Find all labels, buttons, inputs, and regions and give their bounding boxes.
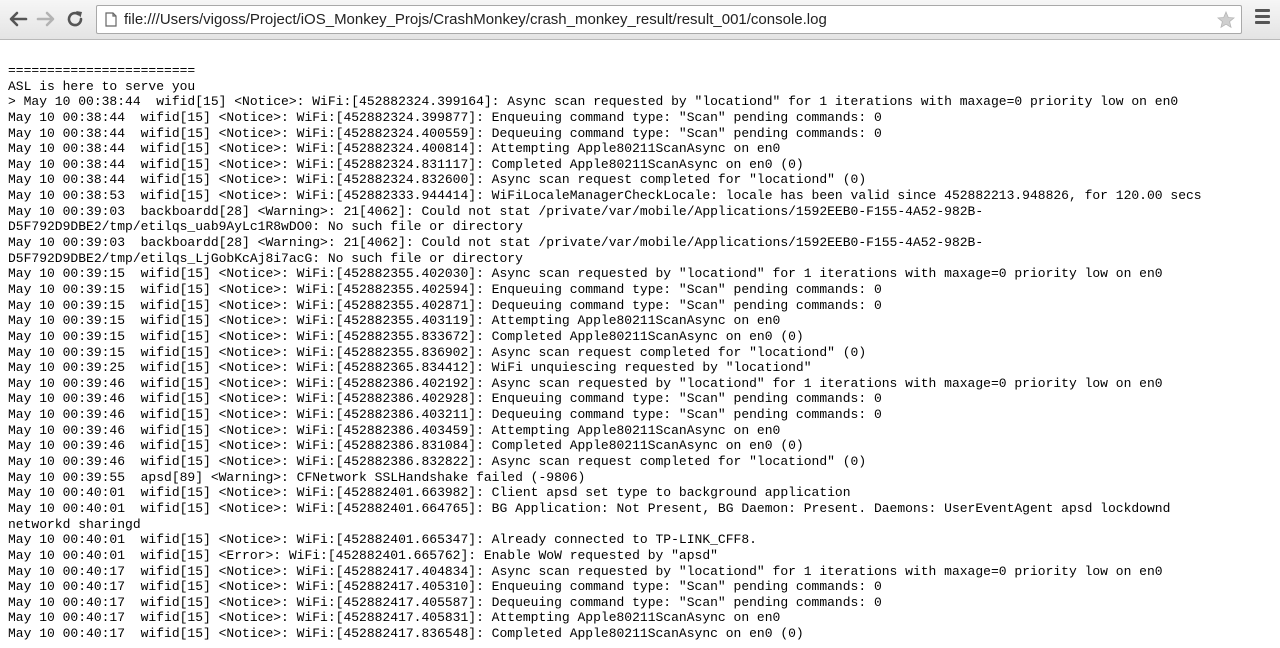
log-line: May 10 00:38:44 wifid[15] <Notice>: WiFi… [8,109,882,125]
forward-button[interactable] [33,6,59,32]
log-line: May 10 00:38:44 wifid[15] <Notice>: WiFi… [8,125,882,141]
log-line: May 10 00:39:46 wifid[15] <Notice>: WiFi… [8,438,804,454]
log-line: May 10 00:38:44 wifid[15] <Notice>: WiFi… [8,172,867,188]
log-line: May 10 00:39:46 wifid[15] <Notice>: WiFi… [8,422,781,438]
log-line: May 10 00:40:17 wifid[15] <Notice>: WiFi… [8,610,781,626]
menu-icon [1254,9,1272,24]
log-line: May 10 00:39:15 wifid[15] <Notice>: WiFi… [8,328,804,344]
log-line: D5F792D9DBE2/tmp/etilqs_LjGobKcAj8i7acG:… [8,250,523,266]
log-line: May 10 00:39:15 wifid[15] <Notice>: WiFi… [8,281,882,297]
back-arrow-icon [9,11,28,27]
reload-icon [67,11,83,27]
forward-arrow-icon [36,11,55,27]
page-icon [105,12,117,27]
log-line: May 10 00:39:46 wifid[15] <Notice>: WiFi… [8,391,882,407]
back-button[interactable] [5,6,31,32]
browser-toolbar: file:///Users/vigoss/Project/iOS_Monkey_… [0,0,1280,40]
reload-button[interactable] [62,6,88,32]
log-line: May 10 00:40:17 wifid[15] <Notice>: WiFi… [8,626,804,642]
log-line: ASL is here to serve you [8,78,196,94]
log-line: May 10 00:39:15 wifid[15] <Notice>: WiFi… [8,266,1163,282]
log-line: May 10 00:39:03 backboardd[28] <Warning>… [8,203,984,219]
log-line: May 10 00:40:01 wifid[15] <Error>: WiFi:… [8,547,718,563]
log-line: May 10 00:40:01 wifid[15] <Notice>: WiFi… [8,485,851,501]
menu-button[interactable] [1254,9,1272,29]
log-line: ======================== [8,63,196,78]
log-line: May 10 00:38:44 wifid[15] <Notice>: WiFi… [8,141,781,157]
log-line: May 10 00:39:46 wifid[15] <Notice>: WiFi… [8,375,1163,391]
log-line: May 10 00:39:15 wifid[15] <Notice>: WiFi… [8,297,882,313]
log-line: May 10 00:39:46 wifid[15] <Notice>: WiFi… [8,407,882,423]
log-line: May 10 00:40:17 wifid[15] <Notice>: WiFi… [8,563,1163,579]
log-line: May 10 00:40:17 wifid[15] <Notice>: WiFi… [8,579,882,595]
log-line: May 10 00:39:15 wifid[15] <Notice>: WiFi… [8,344,867,360]
log-line: D5F792D9DBE2/tmp/etilqs_uab9AyLc1R8wDO0:… [8,219,523,235]
log-line: May 10 00:39:03 backboardd[28] <Warning>… [8,235,984,251]
log-line: May 10 00:40:17 wifid[15] <Notice>: WiFi… [8,594,882,610]
log-line: May 10 00:39:15 wifid[15] <Notice>: WiFi… [8,313,781,329]
address-bar[interactable]: file:///Users/vigoss/Project/iOS_Monkey_… [96,5,1242,34]
log-line: May 10 00:39:25 wifid[15] <Notice>: WiFi… [8,360,812,376]
log-line: May 10 00:40:01 wifid[15] <Notice>: WiFi… [8,532,757,548]
log-line: > May 10 00:38:44 wifid[15] <Notice>: Wi… [8,94,1179,110]
console-log: ======================== ASL is here to s… [8,63,1274,642]
log-line: May 10 00:40:01 wifid[15] <Notice>: WiFi… [8,500,1171,516]
url-text: file:///Users/vigoss/Project/iOS_Monkey_… [124,11,827,28]
star-icon[interactable] [1217,11,1235,29]
log-line: May 10 00:38:44 wifid[15] <Notice>: WiFi… [8,156,804,172]
log-line: May 10 00:39:46 wifid[15] <Notice>: WiFi… [8,454,867,470]
log-line: May 10 00:39:55 apsd[89] <Warning>: CFNe… [8,469,586,485]
log-line: May 10 00:38:53 wifid[15] <Notice>: WiFi… [8,188,1202,204]
log-line: networkd sharingd [8,516,141,532]
